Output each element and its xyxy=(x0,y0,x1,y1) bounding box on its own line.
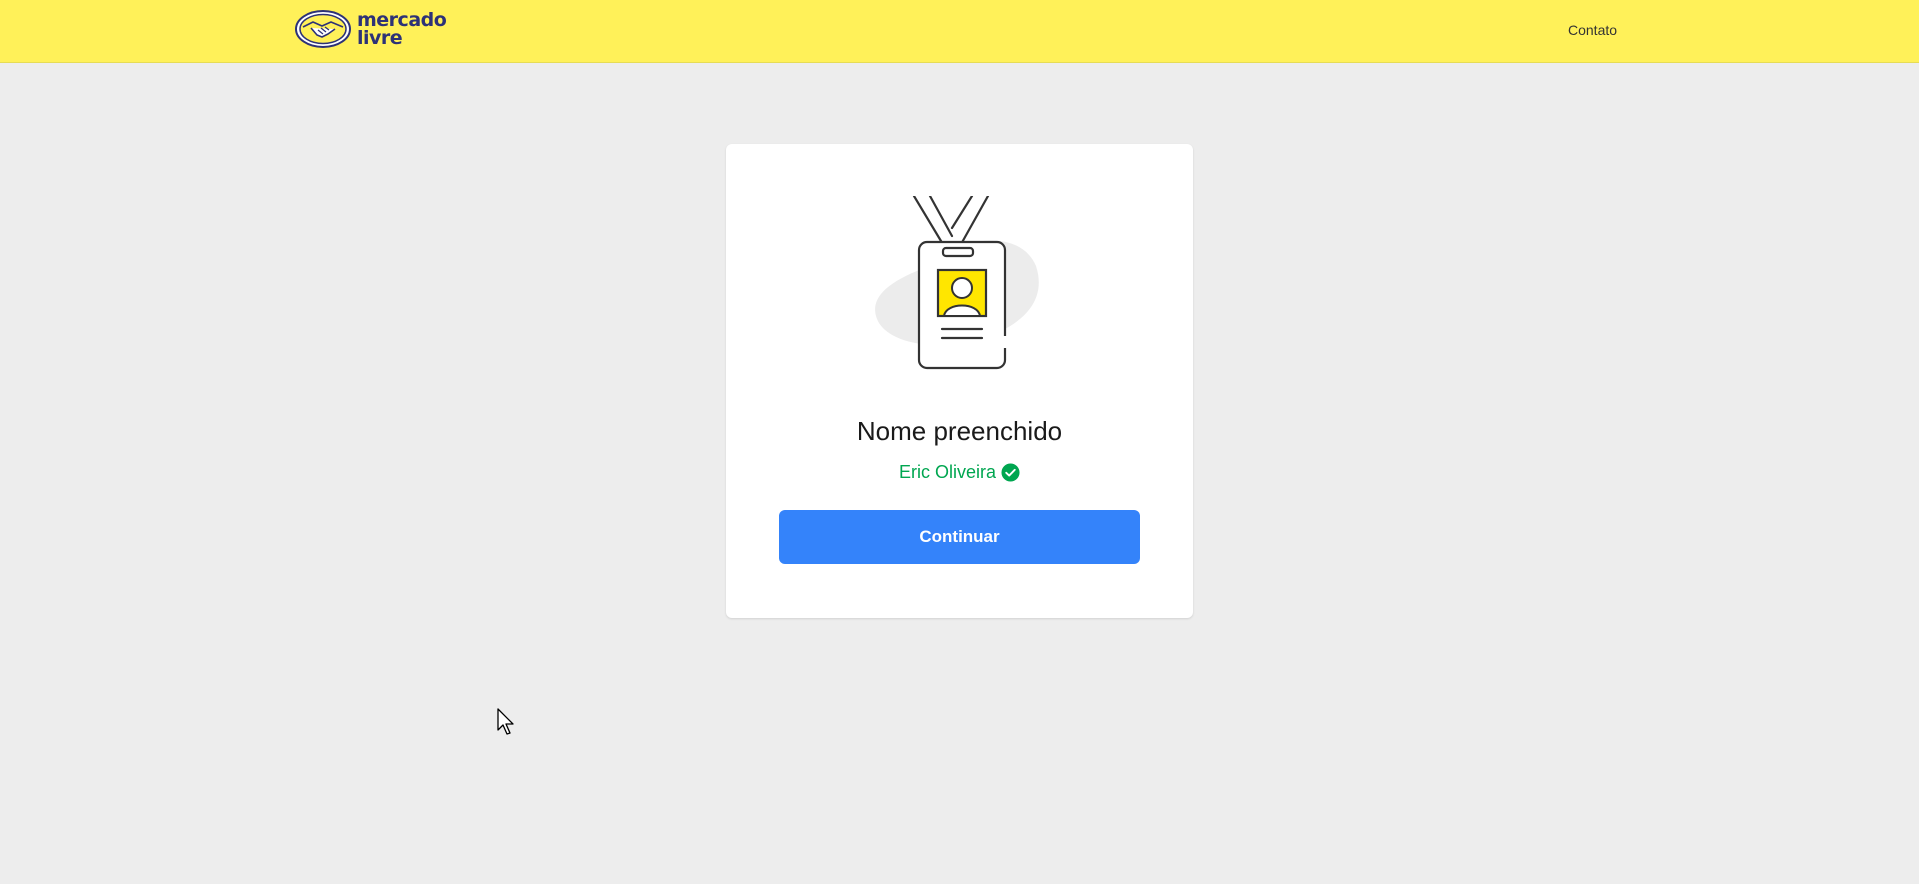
top-header: mercado livre Contato xyxy=(0,0,1919,63)
continue-button[interactable]: Continuar xyxy=(779,510,1140,564)
logo-text-line2: livre xyxy=(357,27,403,49)
mouse-pointer-icon xyxy=(497,708,514,735)
filled-name-value: Eric Oliveira xyxy=(898,462,996,482)
logo-wordmark: mercado livre xyxy=(357,11,447,49)
handshake-logo-icon xyxy=(295,10,351,48)
confirmation-card: Nome preenchido Eric Oliveira Continuar xyxy=(726,144,1193,618)
check-circle-icon xyxy=(1001,463,1020,482)
page-title: Nome preenchido xyxy=(856,416,1063,446)
contact-link[interactable]: Contato xyxy=(1568,22,1617,38)
filled-name-row: Eric Oliveira xyxy=(726,462,1193,483)
mercado-livre-logo[interactable]: mercado livre xyxy=(295,9,450,49)
id-badge-icon xyxy=(875,196,1039,370)
